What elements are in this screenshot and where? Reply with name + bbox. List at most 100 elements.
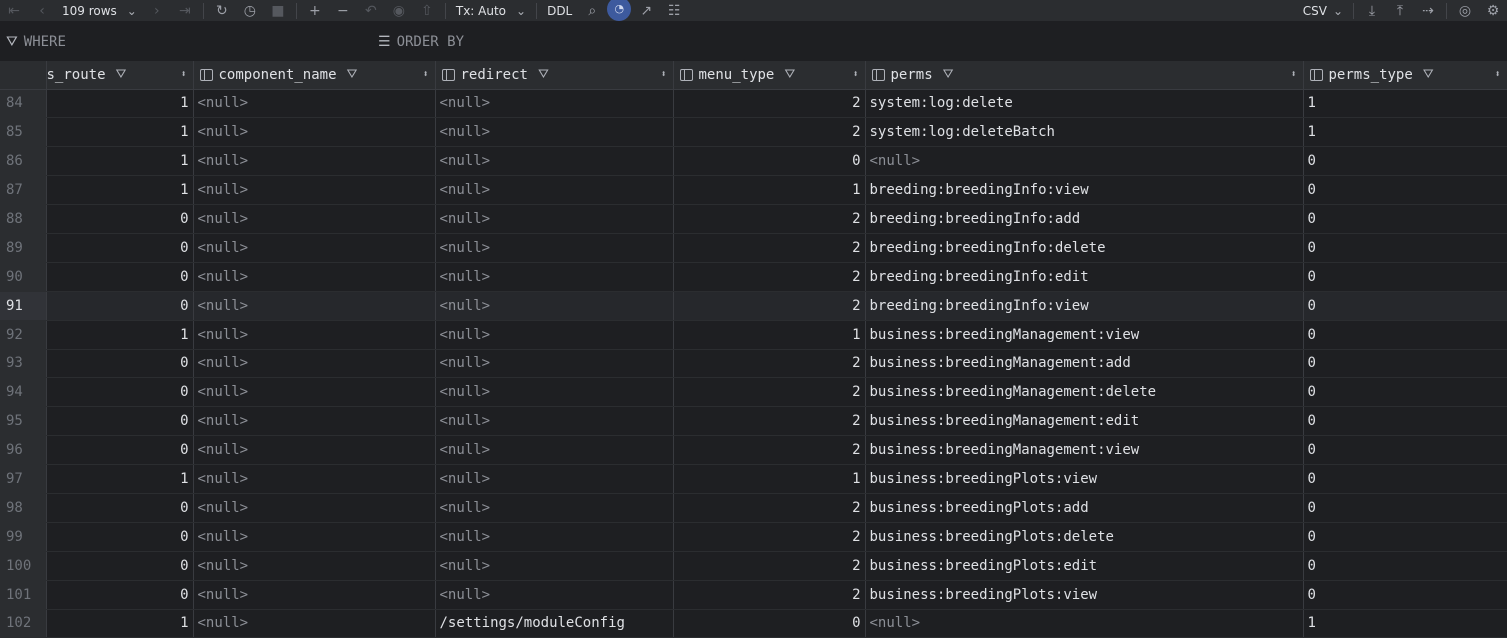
cell-redirect[interactable]: <null> <box>435 89 674 119</box>
sort-toggle-icon[interactable]: ⬍ <box>1494 69 1500 80</box>
cell-component-name[interactable]: <null> <box>193 117 436 148</box>
first-page-icon[interactable]: ⇤ <box>0 0 28 22</box>
cell-perms-type[interactable]: 0 <box>1303 493 1507 523</box>
cell-component-name[interactable]: <null> <box>193 493 436 523</box>
cell-route[interactable]: 1 <box>46 609 194 638</box>
cell-menu-type[interactable]: 2 <box>673 406 866 437</box>
cell-perms[interactable]: business:breedingPlots:edit <box>865 551 1304 581</box>
cell-menu-type[interactable]: 2 <box>673 204 866 234</box>
cell-route[interactable]: 0 <box>46 406 194 437</box>
cell-route[interactable]: 0 <box>46 435 194 466</box>
cell-menu-type[interactable]: 1 <box>673 175 866 206</box>
column-header-perms-type[interactable]: perms_type ⛛ ⬍ <box>1303 61 1507 90</box>
row-number[interactable]: 97 <box>0 464 47 494</box>
cell-component-name[interactable]: <null> <box>193 580 436 610</box>
cell-route[interactable]: 0 <box>46 349 194 379</box>
cell-route[interactable]: 0 <box>46 291 194 321</box>
table-row[interactable]: 102 1 <null>/settings/moduleConfig 0 <null> 1 <box>0 609 1507 638</box>
cell-perms[interactable]: breeding:breedingInfo:view <box>865 175 1304 206</box>
cell-perms[interactable]: business:breedingManagement:add <box>865 349 1304 379</box>
sort-toggle-icon[interactable]: ⬍ <box>852 69 858 80</box>
cell-menu-type[interactable]: 2 <box>673 522 866 552</box>
transaction-mode-dropdown[interactable]: Tx: Auto ⌄ <box>450 0 532 22</box>
gear-icon[interactable]: ⚙ <box>1479 0 1507 22</box>
row-number[interactable]: 91 <box>0 291 47 321</box>
cell-menu-type[interactable]: 0 <box>673 609 866 638</box>
previous-page-icon[interactable]: ‹ <box>28 0 56 22</box>
table-row[interactable]: 96 0 <null> <null> 2 business:breedingManagem… <box>0 435 1507 466</box>
row-number[interactable]: 93 <box>0 349 47 379</box>
cell-perms-type[interactable]: 0 <box>1303 464 1507 494</box>
table-row[interactable]: 85 1 <null> <null> 2 system:log:deleteBatch 1 <box>0 117 1507 148</box>
cell-redirect[interactable]: <null> <box>435 175 674 206</box>
where-filter-field[interactable]: ⛛ WHERE <box>0 34 378 50</box>
row-number[interactable]: 99 <box>0 522 47 552</box>
cell-perms-type[interactable]: 1 <box>1303 609 1507 638</box>
cell-perms-type[interactable]: 0 <box>1303 175 1507 206</box>
cell-menu-type[interactable]: 2 <box>673 89 866 119</box>
row-number[interactable]: 98 <box>0 493 47 523</box>
cell-redirect[interactable]: <null> <box>435 406 674 437</box>
cell-route[interactable]: 0 <box>46 493 194 523</box>
table-row[interactable]: 98 0 <null> <null> 2 business:breedingPlots:a… <box>0 493 1507 523</box>
cell-perms[interactable]: breeding:breedingInfo:delete <box>865 233 1304 263</box>
cell-component-name[interactable]: <null> <box>193 262 436 292</box>
row-number[interactable]: 92 <box>0 320 47 350</box>
table-row[interactable]: 89 0 <null> <null> 2 breeding:breedingInfo:de… <box>0 233 1507 263</box>
cell-menu-type[interactable]: 1 <box>673 464 866 494</box>
table-row[interactable]: 92 1 <null> <null> 1 business:breedingManagem… <box>0 320 1507 350</box>
row-number[interactable]: 96 <box>0 435 47 466</box>
column-filter-icon[interactable]: ⛛ <box>538 67 549 82</box>
export-arrow-icon[interactable]: ⇢ <box>1414 0 1442 22</box>
upload-icon[interactable]: ⤒ <box>1386 0 1414 22</box>
table-row[interactable]: 94 0 <null> <null> 2 business:breedingManagem… <box>0 377 1507 408</box>
cell-menu-type[interactable]: 2 <box>673 291 866 321</box>
cell-perms-type[interactable]: 0 <box>1303 233 1507 263</box>
cell-perms-type[interactable]: 0 <box>1303 262 1507 292</box>
cell-perms[interactable]: business:breedingManagement:edit <box>865 406 1304 437</box>
cell-component-name[interactable]: <null> <box>193 377 436 408</box>
cell-redirect[interactable]: <null> <box>435 233 674 263</box>
cell-perms[interactable]: breeding:breedingInfo:view <box>865 291 1304 321</box>
table-row[interactable]: 90 0 <null> <null> 2 breeding:breedingInfo:ed… <box>0 262 1507 292</box>
cell-redirect[interactable]: <null> <box>435 493 674 523</box>
cell-menu-type[interactable]: 2 <box>673 493 866 523</box>
cell-perms-type[interactable]: 0 <box>1303 204 1507 234</box>
cell-route[interactable]: 0 <box>46 551 194 581</box>
table-row[interactable]: 84 1 <null> <null> 2 system:log:delete 1 <box>0 89 1507 119</box>
cell-route[interactable]: 0 <box>46 262 194 292</box>
row-number[interactable]: 88 <box>0 204 47 234</box>
column-header-redirect[interactable]: redirect ⛛ ⬍ <box>435 61 674 90</box>
cell-menu-type[interactable]: 2 <box>673 377 866 408</box>
cell-redirect[interactable]: <null> <box>435 435 674 466</box>
cell-perms[interactable]: <null> <box>865 609 1304 638</box>
cell-menu-type[interactable]: 2 <box>673 580 866 610</box>
cell-perms[interactable]: business:breedingPlots:delete <box>865 522 1304 552</box>
column-filter-icon[interactable]: ⛛ <box>116 67 127 82</box>
table-row[interactable]: 95 0 <null> <null> 2 business:breedingManagem… <box>0 406 1507 437</box>
reload-icon[interactable]: ↻ <box>208 0 236 22</box>
column-header-component-name[interactable]: component_name ⛛ ⬍ <box>193 61 436 90</box>
cell-route[interactable]: 1 <box>46 464 194 494</box>
cell-component-name[interactable]: <null> <box>193 291 436 321</box>
column-header-perms[interactable]: perms ⛛ ⬍ <box>865 61 1304 90</box>
cell-perms[interactable]: breeding:breedingInfo:add <box>865 204 1304 234</box>
cell-component-name[interactable]: <null> <box>193 406 436 437</box>
cell-perms[interactable]: <null> <box>865 146 1304 177</box>
cell-redirect[interactable]: /settings/moduleConfig <box>435 609 674 638</box>
table-layout-icon[interactable]: ☷ <box>660 0 688 22</box>
rows-count-dropdown[interactable]: 109 rows ⌄ <box>56 0 143 22</box>
column-header-route[interactable]: s_route ⛛ ⬍ <box>46 61 194 90</box>
ddl-button[interactable]: DDL <box>541 0 578 22</box>
cell-component-name[interactable]: <null> <box>193 175 436 206</box>
cell-route[interactable]: 1 <box>46 89 194 119</box>
cell-menu-type[interactable]: 2 <box>673 435 866 466</box>
cell-route[interactable]: 1 <box>46 146 194 177</box>
row-number[interactable]: 84 <box>0 89 47 119</box>
cell-component-name[interactable]: <null> <box>193 146 436 177</box>
cell-menu-type[interactable]: 2 <box>673 233 866 263</box>
delete-row-icon[interactable]: − <box>329 0 357 22</box>
cell-perms-type[interactable]: 0 <box>1303 406 1507 437</box>
cell-component-name[interactable]: <null> <box>193 464 436 494</box>
cell-redirect[interactable]: <null> <box>435 146 674 177</box>
